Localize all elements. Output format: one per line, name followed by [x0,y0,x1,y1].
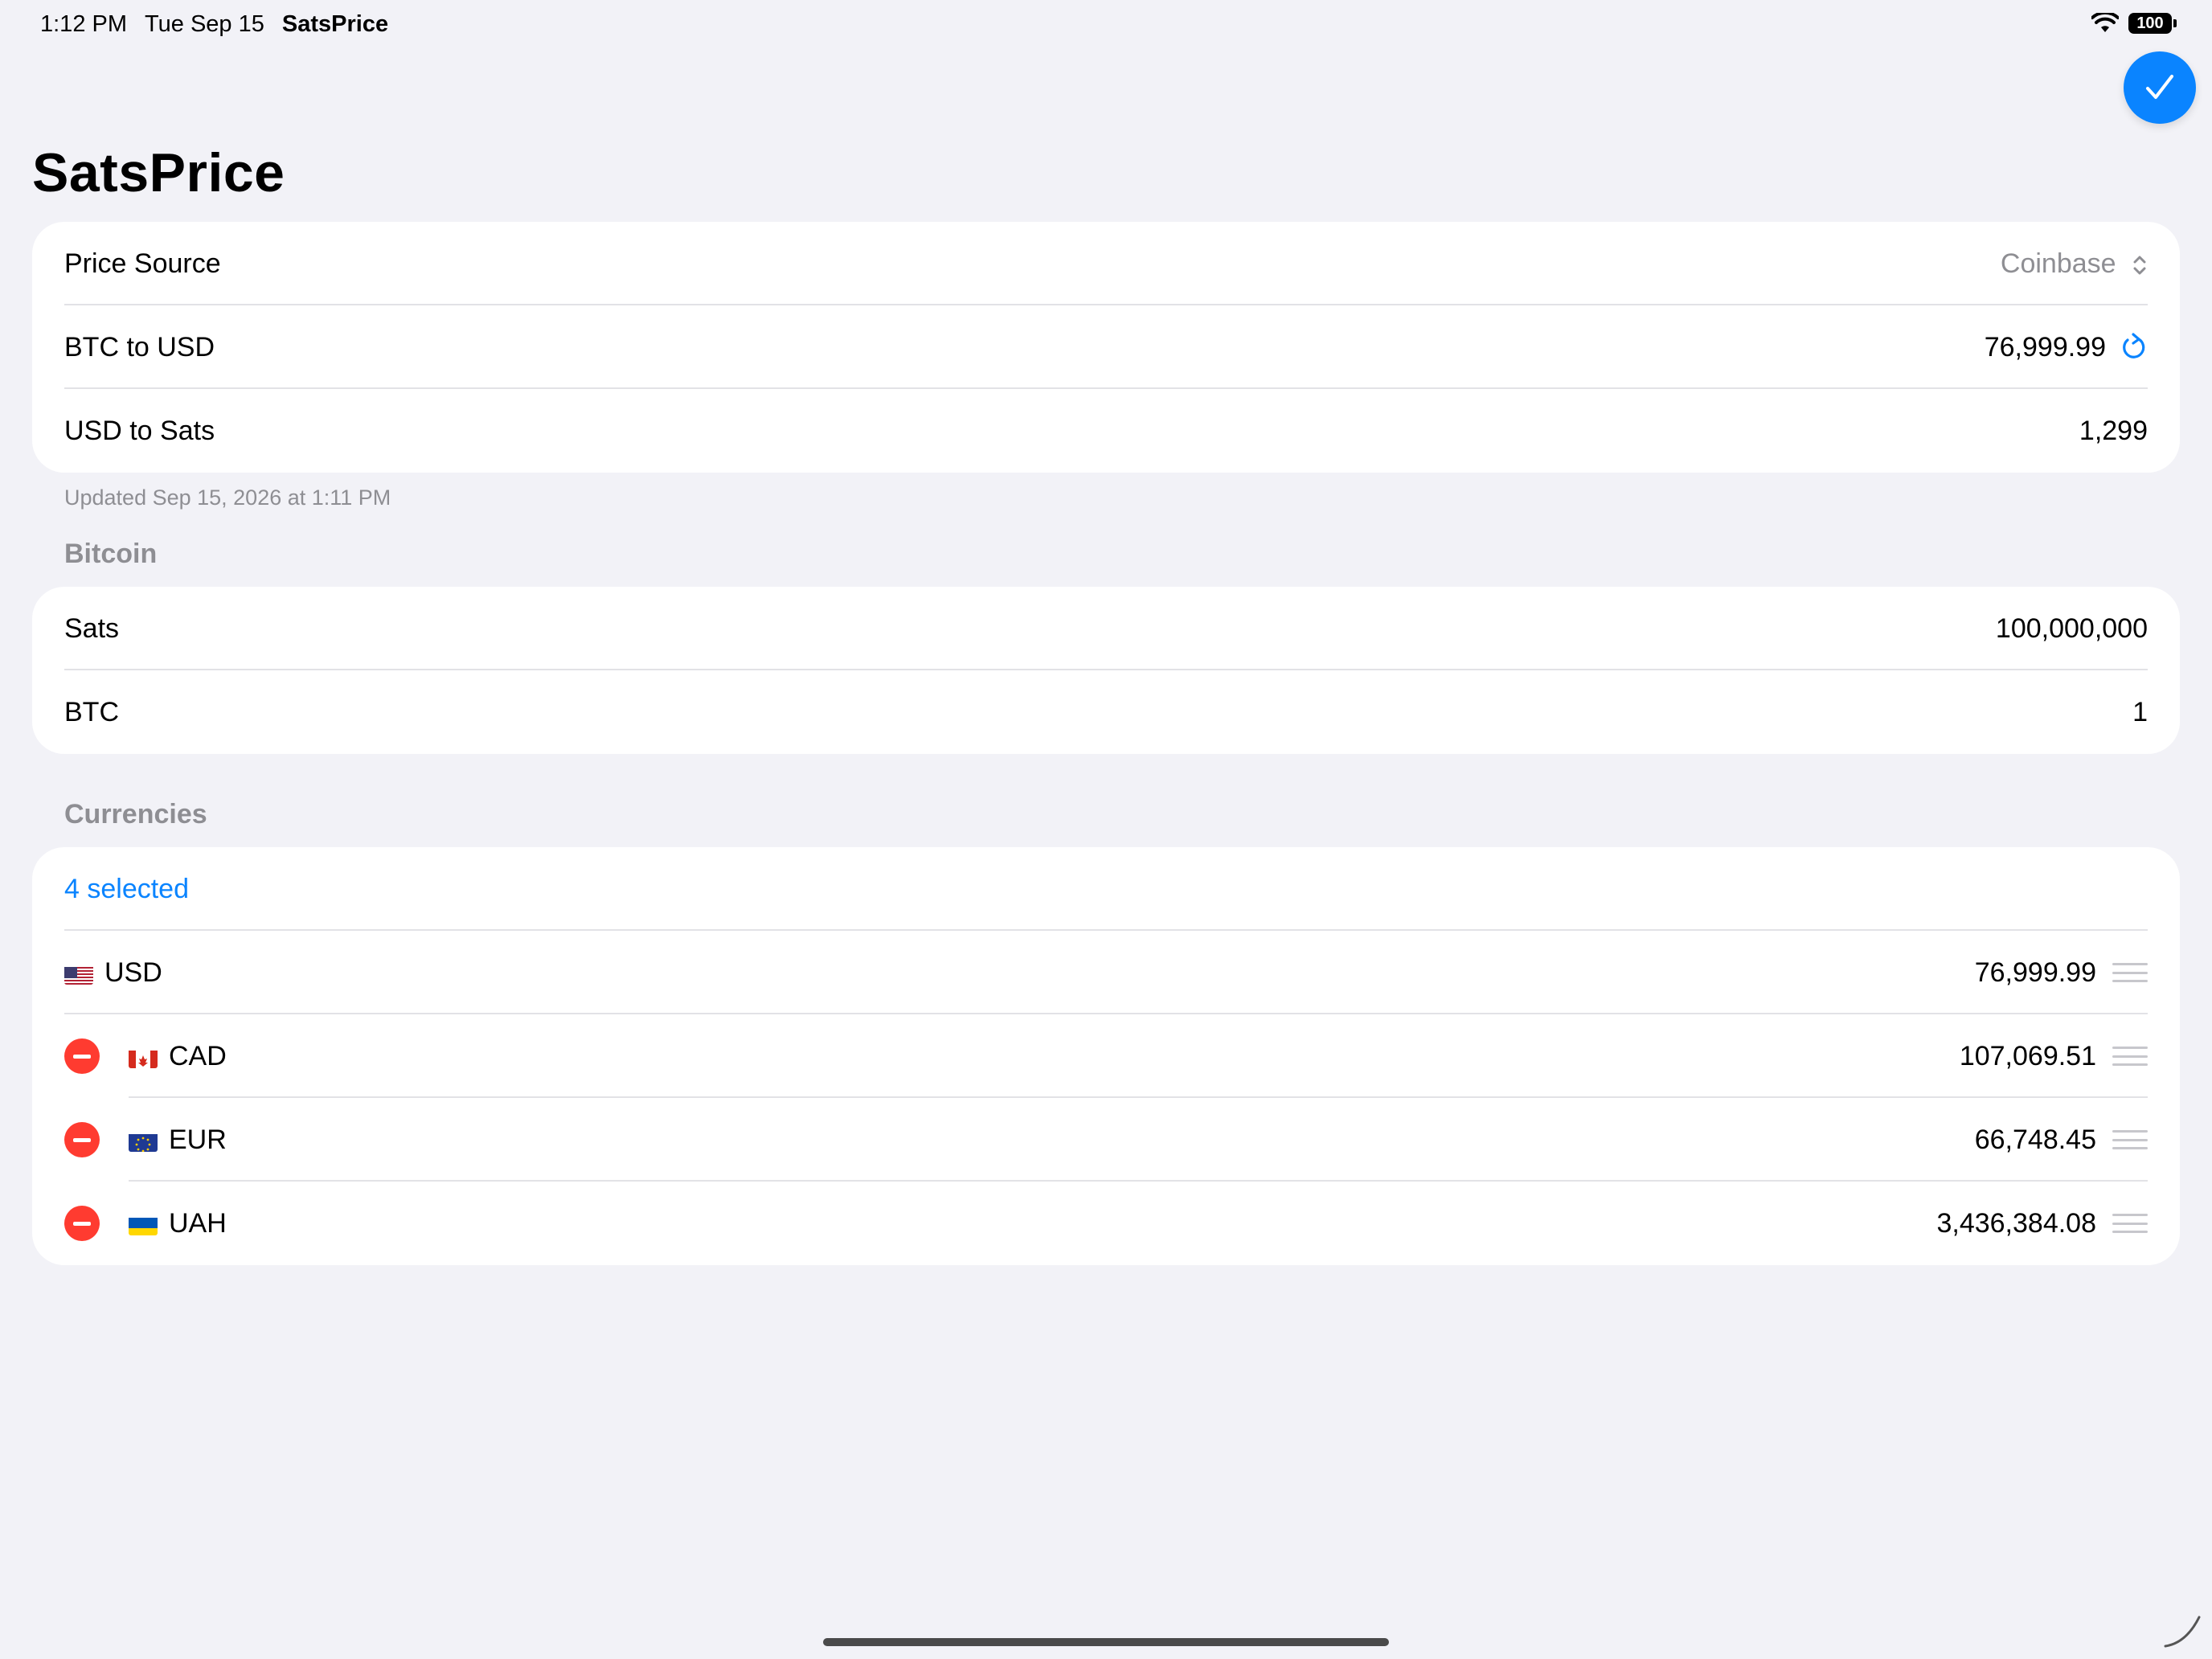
currency-code: EUR [169,1124,227,1155]
reorder-handle-icon[interactable] [2112,1130,2148,1149]
price-source-label: Price Source [64,248,221,279]
done-button[interactable] [2124,51,2196,124]
page-title: SatsPrice [32,142,285,203]
status-time: 1:12 PM [40,11,127,37]
currency-label: UAH [129,1208,1936,1239]
bitcoin-card: Sats 100,000,000 BTC 1 [32,587,2180,754]
battery-level: 100 [2136,14,2164,32]
refresh-icon[interactable] [2120,332,2148,363]
delete-currency-button[interactable] [64,1206,100,1241]
sats-value-field[interactable]: 100,000,000 [1996,613,2148,645]
price-card: Price Source Coinbase BTC to USD 76,999.… [32,222,2180,473]
selected-currencies-link[interactable]: 4 selected [64,874,2148,905]
btc-to-usd-label: BTC to USD [64,331,215,363]
currency-row-uah[interactable]: UAH 3,436,384.08 [32,1182,2180,1265]
reorder-handle-icon[interactable] [2112,1214,2148,1233]
price-source-row[interactable]: Price Source Coinbase [32,222,2180,305]
btc-value-field[interactable]: 1 [2132,697,2148,728]
currency-value: 66,748.45 [1974,1124,2096,1155]
btc-to-usd-value: 76,999.99 [1984,331,2106,363]
chevron-updown-icon [2132,253,2148,277]
delete-currency-button[interactable] [64,1038,100,1074]
checkmark-icon [2146,75,2173,99]
status-right: 100 [2091,13,2177,34]
eu-flag-icon [129,1131,158,1152]
wifi-icon [2091,13,2119,32]
usd-to-sats-label: USD to Sats [64,415,215,446]
currency-row-usd[interactable]: USD 76,999.99 [32,931,2180,1014]
usd-to-sats-value: 1,299 [2079,415,2148,446]
home-indicator[interactable] [823,1638,1389,1646]
currency-code: USD [104,956,162,988]
btc-label: BTC [64,696,119,727]
currency-code: CAD [169,1040,227,1071]
status-date: Tue Sep 15 [145,11,264,37]
btc-row[interactable]: BTC 1 [32,670,2180,754]
battery-icon: 100 [2128,13,2177,34]
sats-row[interactable]: Sats 100,000,000 [32,587,2180,670]
status-left: 1:12 PM Tue Sep 15 SatsPrice [40,11,406,38]
ua-flag-icon [129,1215,158,1235]
sats-label: Sats [64,612,120,644]
price-source-picker[interactable]: Coinbase [2001,248,2148,280]
currency-label: USD [64,957,1975,989]
selected-currencies-row[interactable]: 4 selected [32,847,2180,931]
currency-value: 3,436,384.08 [1936,1207,2096,1239]
updated-timestamp: Updated Sep 15, 2026 at 1:11 PM [64,485,391,510]
currencies-card: 4 selected USD 76,999.99 CAD 107,069.51 … [32,847,2180,1265]
btc-to-usd-row: BTC to USD 76,999.99 [32,305,2180,389]
status-bar: 1:12 PM Tue Sep 15 SatsPrice 100 [0,0,2212,51]
price-source-value: Coinbase [2000,248,2116,279]
section-header-bitcoin: Bitcoin [64,539,158,569]
usd-to-sats-row: USD to Sats 1,299 [32,389,2180,473]
currency-label: EUR [129,1124,1975,1156]
section-header-currencies: Currencies [64,799,207,830]
ca-flag-icon [129,1047,158,1068]
currency-row-eur[interactable]: EUR 66,748.45 [32,1098,2180,1182]
currency-label: CAD [129,1041,1960,1072]
currency-value: 76,999.99 [1974,956,2096,988]
status-app-name: SatsPrice [281,11,389,37]
currency-code: UAH [169,1207,227,1239]
pencil-scribble-icon [2164,1616,2201,1648]
currency-row-cad[interactable]: CAD 107,069.51 [32,1014,2180,1098]
reorder-handle-icon[interactable] [2112,963,2148,982]
currency-value: 107,069.51 [1959,1040,2096,1071]
us-flag-icon [64,964,93,985]
reorder-handle-icon[interactable] [2112,1047,2148,1066]
delete-currency-button[interactable] [64,1122,100,1157]
